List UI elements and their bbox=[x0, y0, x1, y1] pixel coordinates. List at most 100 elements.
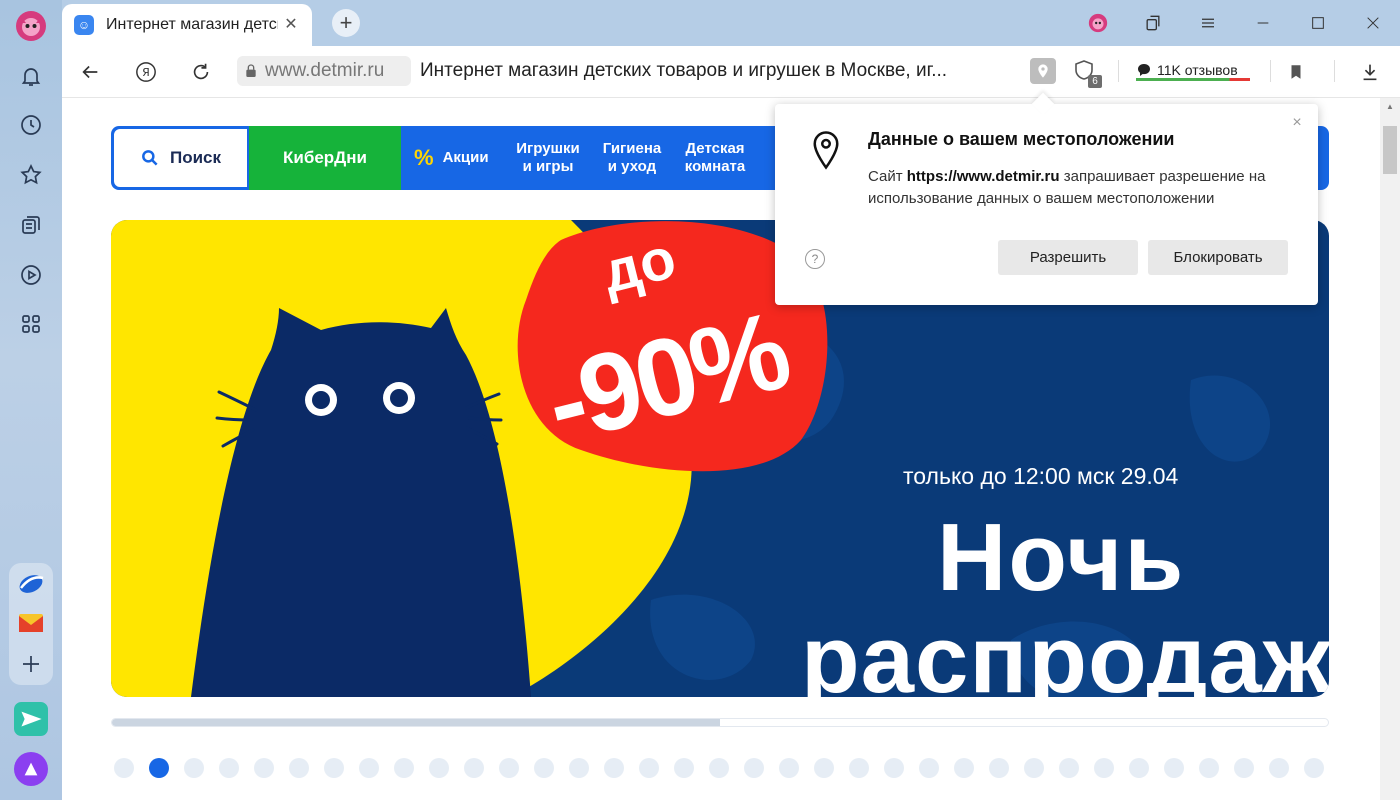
new-tab-button[interactable]: + bbox=[332, 9, 360, 37]
tab-close-icon[interactable]: ✕ bbox=[282, 16, 300, 34]
carousel-dot[interactable] bbox=[114, 758, 134, 778]
maximize-icon[interactable] bbox=[1290, 0, 1345, 46]
carousel-dot[interactable] bbox=[499, 758, 519, 778]
carousel-dot[interactable] bbox=[1304, 758, 1324, 778]
download-icon[interactable] bbox=[1354, 56, 1386, 88]
carousel-dot[interactable] bbox=[919, 758, 939, 778]
menu-icon[interactable] bbox=[1180, 0, 1235, 46]
carousel-dot[interactable] bbox=[289, 758, 309, 778]
alice-icon[interactable] bbox=[11, 749, 51, 789]
profile-avatar[interactable] bbox=[11, 6, 51, 46]
reviews-label: 11K отзывов bbox=[1157, 62, 1238, 78]
nav-hygiene[interactable]: Гигиена и уход bbox=[596, 126, 668, 190]
video-icon[interactable] bbox=[11, 255, 51, 295]
location-permission-popup: Данные о вашем местоположении Сайт https… bbox=[775, 92, 1318, 305]
protect-shield-icon[interactable]: 6 bbox=[1072, 58, 1102, 88]
yandex-icon[interactable]: Я bbox=[130, 56, 162, 88]
address-domain[interactable]: www.detmir.ru bbox=[237, 56, 411, 86]
collections-icon[interactable] bbox=[11, 205, 51, 245]
carousel-dot[interactable] bbox=[674, 758, 694, 778]
carousel-dot[interactable] bbox=[1129, 758, 1149, 778]
carousel-dot[interactable] bbox=[779, 758, 799, 778]
carousel-dot[interactable] bbox=[604, 758, 624, 778]
svg-text:Я: Я bbox=[142, 66, 150, 79]
nav-room-line1: Детская bbox=[685, 140, 745, 157]
toolbar-separator bbox=[1334, 60, 1335, 82]
close-icon[interactable] bbox=[1345, 0, 1400, 46]
tab-detmir[interactable]: ☺ Интернет магазин детских товаров и игр… bbox=[62, 4, 312, 46]
carousel-dot[interactable] bbox=[359, 758, 379, 778]
mail-icon[interactable] bbox=[11, 603, 51, 643]
carousel-dot[interactable] bbox=[324, 758, 344, 778]
tab-title: Интернет магазин детских товаров и игруш… bbox=[106, 16, 278, 33]
tabs-collection-icon[interactable] bbox=[1125, 0, 1180, 46]
toolbar-separator bbox=[1118, 60, 1119, 82]
send-icon[interactable] bbox=[11, 699, 51, 739]
carousel-dots bbox=[114, 758, 1334, 780]
carousel-dot[interactable] bbox=[464, 758, 484, 778]
banner-title-line2: распродаж bbox=[801, 606, 1329, 697]
carousel-dot[interactable] bbox=[814, 758, 834, 778]
site-search-button[interactable]: Поиск bbox=[112, 127, 249, 189]
carousel-dot[interactable] bbox=[569, 758, 589, 778]
help-icon[interactable]: ? bbox=[805, 249, 825, 269]
carousel-dot[interactable] bbox=[1164, 758, 1184, 778]
lock-icon[interactable] bbox=[237, 56, 265, 86]
allow-button[interactable]: Разрешить bbox=[998, 240, 1138, 275]
detmir-icon: ☺ bbox=[74, 15, 94, 35]
carousel-dot[interactable] bbox=[954, 758, 974, 778]
carousel-dot[interactable] bbox=[1059, 758, 1079, 778]
carousel-dot[interactable] bbox=[639, 758, 659, 778]
address-page-title[interactable]: Интернет магазин детских товаров и игруш… bbox=[420, 60, 947, 82]
carousel-dot[interactable] bbox=[709, 758, 729, 778]
bookmarks-icon[interactable] bbox=[11, 155, 51, 195]
nav-sales[interactable]: % Акции bbox=[414, 126, 489, 190]
carousel-dot[interactable] bbox=[1094, 758, 1114, 778]
carousel-dot[interactable] bbox=[219, 758, 239, 778]
nav-toys-line1: Игрушки bbox=[516, 140, 580, 157]
bookmark-icon[interactable] bbox=[1280, 56, 1312, 88]
carousel-dot[interactable] bbox=[534, 758, 554, 778]
carousel-dot[interactable] bbox=[429, 758, 449, 778]
popup-message-prefix: Сайт bbox=[868, 168, 907, 185]
messenger-icon[interactable] bbox=[11, 563, 51, 603]
popup-site: https://www.detmir.ru bbox=[906, 168, 1060, 185]
carousel-dot[interactable] bbox=[184, 758, 204, 778]
carousel-dot[interactable] bbox=[394, 758, 414, 778]
carousel-dot[interactable] bbox=[744, 758, 764, 778]
back-icon[interactable] bbox=[74, 56, 106, 88]
banner-title-line1: Ночь bbox=[937, 504, 1186, 611]
carousel-progress bbox=[111, 718, 1329, 727]
domain-text: www.detmir.ru bbox=[265, 60, 385, 81]
apps-icon[interactable] bbox=[11, 304, 51, 344]
carousel-dot[interactable] bbox=[1024, 758, 1044, 778]
nav-cyberdays[interactable]: КиберДни bbox=[249, 126, 401, 190]
carousel-dot[interactable] bbox=[989, 758, 1009, 778]
location-pin-icon[interactable] bbox=[1030, 58, 1056, 84]
minimize-icon[interactable] bbox=[1235, 0, 1290, 46]
page-scrollbar[interactable]: ▲ bbox=[1380, 98, 1400, 800]
scroll-up-icon[interactable]: ▲ bbox=[1384, 102, 1396, 112]
nav-cyberdays-label: КиберДни bbox=[283, 148, 367, 167]
search-icon bbox=[142, 150, 158, 166]
reload-icon[interactable] bbox=[185, 56, 217, 88]
nav-sales-label: Акции bbox=[442, 149, 489, 166]
popup-close-icon[interactable]: × bbox=[1288, 114, 1306, 132]
carousel-dot[interactable] bbox=[1234, 758, 1254, 778]
carousel-dot[interactable] bbox=[884, 758, 904, 778]
nav-kids-room[interactable]: Детская комната bbox=[679, 126, 751, 190]
carousel-dot[interactable] bbox=[149, 758, 169, 778]
block-button[interactable]: Блокировать bbox=[1148, 240, 1288, 275]
carousel-dot[interactable] bbox=[849, 758, 869, 778]
carousel-dot[interactable] bbox=[1199, 758, 1219, 778]
add-icon[interactable] bbox=[11, 644, 51, 684]
carousel-dot[interactable] bbox=[254, 758, 274, 778]
history-icon[interactable] bbox=[11, 105, 51, 145]
profile-avatar-small-icon[interactable] bbox=[1070, 0, 1125, 46]
nav-toys[interactable]: Игрушки и игры bbox=[511, 126, 585, 190]
carousel-dot[interactable] bbox=[1269, 758, 1289, 778]
percent-icon: % bbox=[414, 145, 434, 170]
location-pin-outline-icon bbox=[813, 131, 839, 170]
scrollbar-thumb[interactable] bbox=[1383, 126, 1397, 174]
notifications-icon[interactable] bbox=[11, 56, 51, 96]
